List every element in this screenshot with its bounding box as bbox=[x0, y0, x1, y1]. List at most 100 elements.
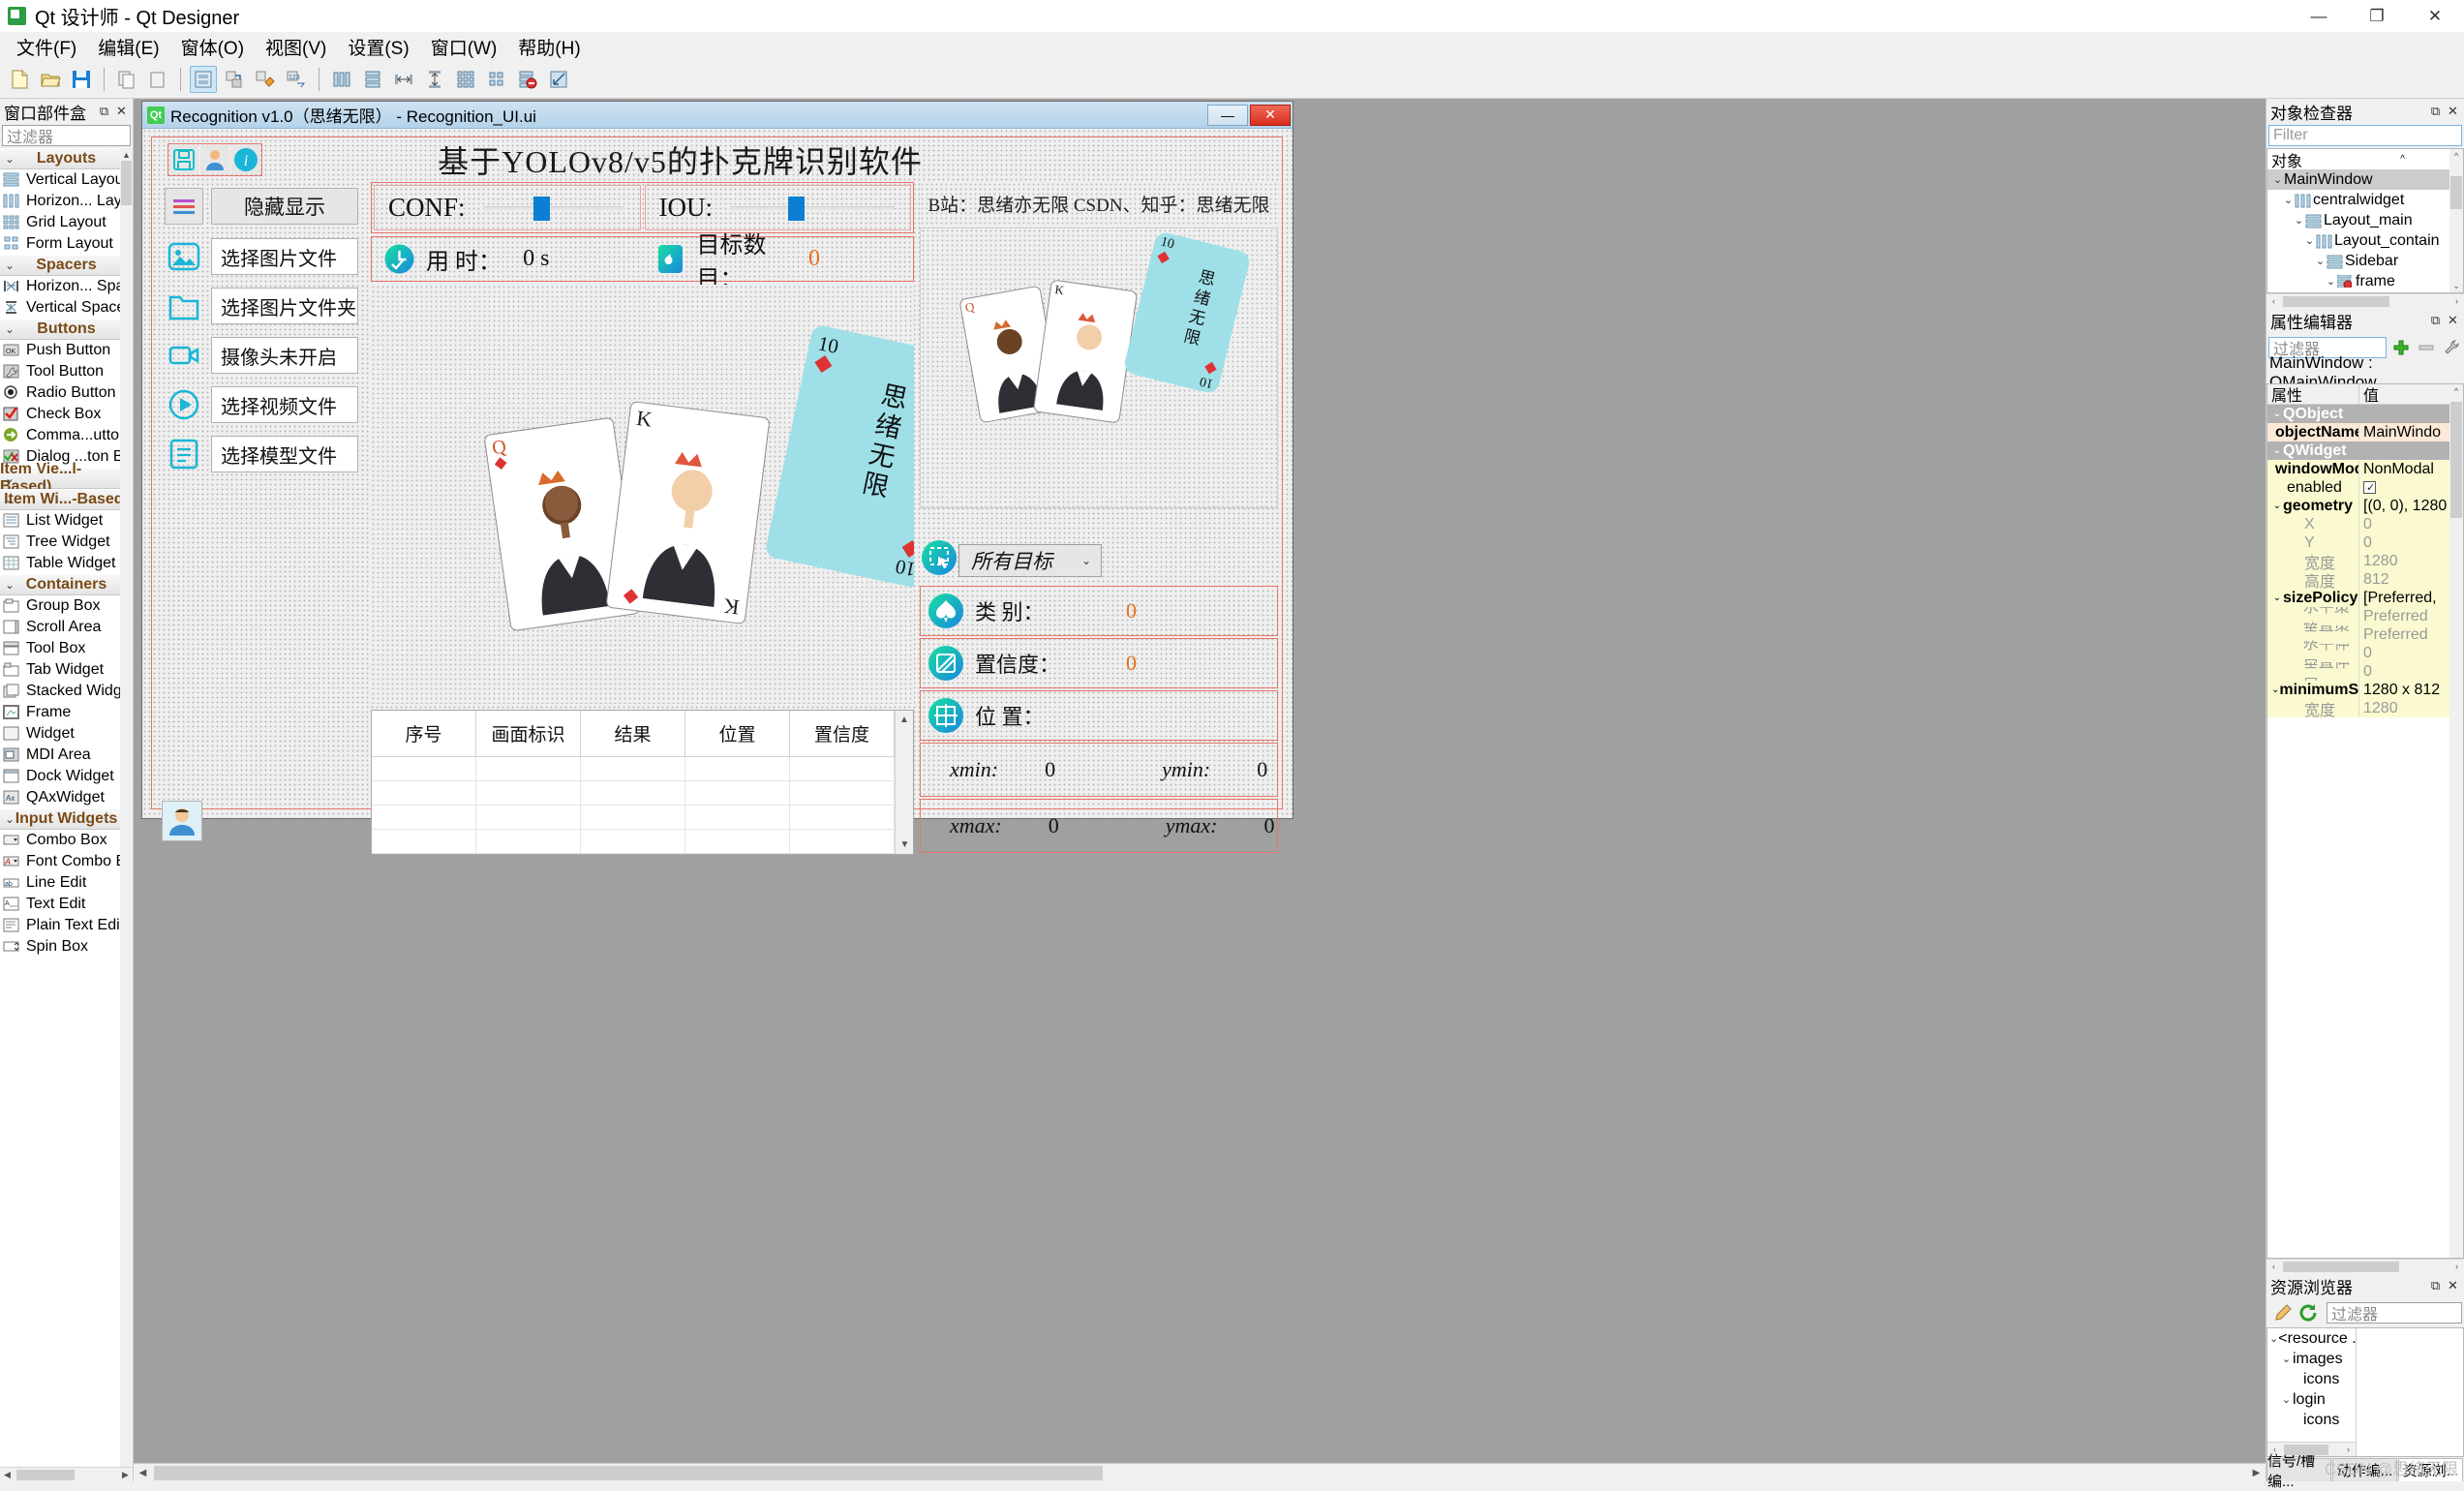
menu-item-file[interactable]: 文件(F) bbox=[6, 30, 87, 64]
edit-tab-order-mode-icon[interactable]: 123 bbox=[283, 66, 310, 93]
widget-box-item[interactable]: OK Push Button bbox=[0, 340, 133, 361]
chevron-down-icon[interactable]: ⌄ bbox=[5, 322, 15, 336]
menu-item-edit[interactable]: 编辑(E) bbox=[87, 30, 169, 64]
avatar-icon[interactable] bbox=[162, 801, 202, 841]
widget-box-item[interactable]: Check Box bbox=[0, 404, 133, 425]
widget-box-item[interactable]: Tree Widget bbox=[0, 532, 133, 553]
scroll-left-arrow-icon[interactable]: ‹ bbox=[2266, 1262, 2281, 1271]
chevron-down-icon[interactable]: ⌄ bbox=[5, 472, 15, 485]
property-row[interactable]: 水平伸展 0 bbox=[2267, 644, 2463, 662]
object-tree-hscroll-track[interactable] bbox=[2281, 295, 2449, 308]
property-table-vscroll-thumb[interactable] bbox=[2450, 402, 2462, 518]
reload-icon[interactable] bbox=[2296, 1303, 2321, 1323]
object-inspector-filter-input[interactable]: Filter bbox=[2268, 125, 2462, 146]
target-combo-box[interactable]: 所有目标 ⌄ bbox=[958, 544, 1102, 577]
scroll-right-arrow-icon[interactable]: › bbox=[2449, 1262, 2464, 1271]
minimize-button[interactable]: — bbox=[2290, 0, 2348, 32]
property-value-cell[interactable]: MainWindo bbox=[2359, 423, 2463, 441]
resource-filter-input[interactable]: 过滤器 bbox=[2327, 1301, 2462, 1324]
scroll-down-arrow-icon[interactable]: ▼ bbox=[896, 836, 914, 854]
property-row[interactable]: 水平策略 Preferred bbox=[2267, 607, 2463, 625]
widget-box-item[interactable]: Ax QAxWidget bbox=[0, 787, 133, 808]
property-value-cell[interactable] bbox=[2359, 405, 2463, 423]
edit-widgets-mode-icon[interactable] bbox=[190, 66, 217, 93]
widget-box-item[interactable]: MDI Area bbox=[0, 745, 133, 766]
widget-box-group-header[interactable]: ⌄ Input Widgets bbox=[0, 808, 133, 830]
chevron-down-icon[interactable]: ⌄ bbox=[2269, 1332, 2278, 1345]
widget-box-item[interactable]: Tab Widget bbox=[0, 659, 133, 681]
paste-icon[interactable] bbox=[144, 66, 171, 93]
property-row[interactable]: ⌄ geometry [(0, 0), 1280 bbox=[2267, 497, 2463, 515]
object-tree-item[interactable]: ⌄ Sidebar bbox=[2267, 251, 2463, 271]
break-layout-icon[interactable] bbox=[514, 66, 541, 93]
conf-slider[interactable] bbox=[482, 196, 624, 221]
object-tree-item[interactable]: ⌄ Layout_main bbox=[2267, 210, 2463, 230]
resource-tree-item[interactable]: ⌄ login bbox=[2267, 1389, 2356, 1410]
folder-icon[interactable] bbox=[165, 288, 203, 324]
property-value-cell[interactable]: 812 bbox=[2359, 570, 2463, 589]
widget-box-group-header[interactable]: ⌄ Buttons bbox=[0, 319, 133, 340]
save-file-icon[interactable] bbox=[68, 66, 95, 93]
layout-splitter-horizontal-icon[interactable] bbox=[390, 66, 417, 93]
widget-box-item[interactable]: Table Widget bbox=[0, 553, 133, 574]
widget-box-item[interactable]: List Widget bbox=[0, 510, 133, 532]
resource-tree-item[interactable]: ⌄ <resource ... bbox=[2267, 1328, 2365, 1349]
widget-box-item[interactable]: Horizon... Layout bbox=[0, 191, 133, 212]
table-row[interactable] bbox=[372, 806, 895, 830]
chevron-down-icon[interactable]: ⌄ bbox=[2271, 685, 2279, 695]
results-table-scrollbar[interactable]: ▲ ▼ bbox=[895, 711, 913, 854]
scroll-right-arrow-icon[interactable]: ▶ bbox=[2247, 1464, 2266, 1482]
menu-item-settings[interactable]: 设置(S) bbox=[337, 30, 419, 64]
scrollbar-thumb[interactable] bbox=[121, 161, 132, 205]
resource-tree-item[interactable]: icons bbox=[2267, 1369, 2356, 1389]
chevron-down-icon[interactable]: ⌄ bbox=[5, 812, 15, 826]
resource-tree-hscroll-track[interactable] bbox=[2282, 1444, 2341, 1456]
property-row[interactable]: 高度 812 bbox=[2267, 570, 2463, 589]
scroll-up-arrow-icon[interactable]: ▲ bbox=[896, 711, 913, 729]
scroll-down-arrow-icon[interactable]: ⌄ bbox=[2449, 279, 2463, 292]
float-icon[interactable]: ⧉ bbox=[2428, 104, 2443, 119]
widget-box-group-header[interactable]: ⌄ Spacers bbox=[0, 255, 133, 276]
widget-box-item[interactable]: ab Line Edit bbox=[0, 872, 133, 894]
video-play-icon[interactable] bbox=[165, 386, 203, 423]
widget-box-item[interactable]: Tool Box bbox=[0, 638, 133, 659]
scroll-left-arrow-icon[interactable]: ◀ bbox=[134, 1464, 152, 1482]
chevron-down-icon[interactable]: ⌄ bbox=[2271, 593, 2283, 603]
hamburger-icon[interactable] bbox=[165, 188, 203, 225]
model-file-icon[interactable] bbox=[165, 436, 203, 472]
scroll-left-arrow-icon[interactable]: ◀ bbox=[0, 1470, 15, 1480]
property-row[interactable]: 垂直策略 Preferred bbox=[2267, 625, 2463, 644]
chevron-down-icon[interactable]: ⌄ bbox=[5, 259, 15, 272]
layout-grid-icon[interactable] bbox=[452, 66, 479, 93]
property-value-cell[interactable]: 0 bbox=[2359, 644, 2463, 662]
widget-box-group-header[interactable]: ⌄ Item Wi...-Based) bbox=[0, 489, 133, 510]
workspace-hscrollbar[interactable]: ◀ ▶ bbox=[134, 1463, 2266, 1481]
conf-slider-handle[interactable] bbox=[533, 196, 551, 221]
widget-box-group-header[interactable]: ⌄ Containers bbox=[0, 574, 133, 595]
object-tree-hscrollbar[interactable]: ‹ › bbox=[2266, 293, 2464, 308]
enabled-checkbox[interactable]: ✓ bbox=[2363, 481, 2376, 494]
widget-box-item[interactable]: Plain Text Edit bbox=[0, 915, 133, 936]
property-row[interactable]: 宽度 1280 bbox=[2267, 552, 2463, 570]
scroll-up-arrow-icon[interactable]: ▲ bbox=[120, 148, 133, 161]
scroll-right-arrow-icon[interactable]: › bbox=[2449, 296, 2464, 306]
widget-box-item[interactable]: A Font Combo Box bbox=[0, 851, 133, 872]
maximize-button[interactable]: ❐ bbox=[2348, 0, 2406, 32]
chevron-down-icon[interactable]: ⌄ bbox=[2271, 445, 2283, 456]
float-icon[interactable]: ⧉ bbox=[2428, 313, 2443, 328]
sidebar-item-label[interactable]: 选择图片文件 bbox=[211, 238, 358, 275]
open-file-icon[interactable] bbox=[37, 66, 64, 93]
property-table-hscroll-track[interactable] bbox=[2281, 1261, 2449, 1273]
chevron-down-icon[interactable]: ⌄ bbox=[5, 152, 15, 166]
hscroll-track[interactable] bbox=[15, 1469, 118, 1481]
edit-signals-slots-mode-icon[interactable] bbox=[221, 66, 248, 93]
property-row[interactable]: ⌄ sizePolicy [Preferred, bbox=[2267, 589, 2463, 607]
widget-box-item[interactable]: Stacked Widget bbox=[0, 681, 133, 702]
layout-vertically-icon[interactable] bbox=[359, 66, 386, 93]
object-tree-item[interactable]: ⌄ centralwidget bbox=[2267, 190, 2463, 210]
property-value-cell[interactable]: Preferred bbox=[2359, 607, 2463, 625]
column-header-result[interactable]: 结果 bbox=[581, 711, 685, 756]
object-tree-item[interactable]: ⌄ MainWindow bbox=[2267, 169, 2463, 190]
close-icon[interactable]: ✕ bbox=[2446, 104, 2460, 119]
property-value-cell[interactable]: Preferred bbox=[2359, 625, 2463, 644]
